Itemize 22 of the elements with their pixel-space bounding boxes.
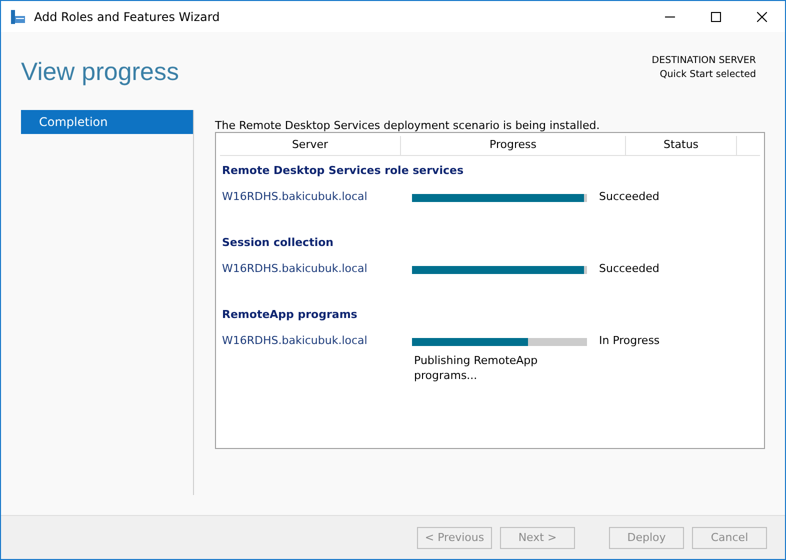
status-text: In Progress [599,334,660,349]
server-name: W16RDHS.bakicubuk.local [222,190,368,205]
close-icon [757,12,767,22]
status-text: Succeeded [599,190,660,205]
group-title: Session collection [221,235,334,251]
server-name: W16RDHS.bakicubuk.local [222,262,368,277]
page-title: View progress [21,58,179,88]
group-title: RemoteApp programs [221,307,358,323]
column-header[interactable]: Status [626,136,737,155]
server-manager-icon [10,8,26,24]
column-header[interactable]: Progress [401,136,626,155]
window-title: Add Roles and Features Wizard [34,10,221,24]
maximize-icon [711,12,721,22]
server-name: W16RDHS.bakicubuk.local [222,334,368,349]
sidebar-item[interactable]: Completion [21,110,193,134]
progress-detail: Publishing RemoteApp programs... [413,353,539,383]
column-header[interactable]: Server [220,136,401,155]
status-text: Succeeded [599,262,660,277]
destination-label: DESTINATION SERVER [652,54,756,68]
status-message: The Remote Desktop Services deployment scenario is being installed. [215,119,601,132]
group-title: Remote Desktop Services role services [221,163,465,179]
destination-value: Quick Start selected [660,68,756,82]
